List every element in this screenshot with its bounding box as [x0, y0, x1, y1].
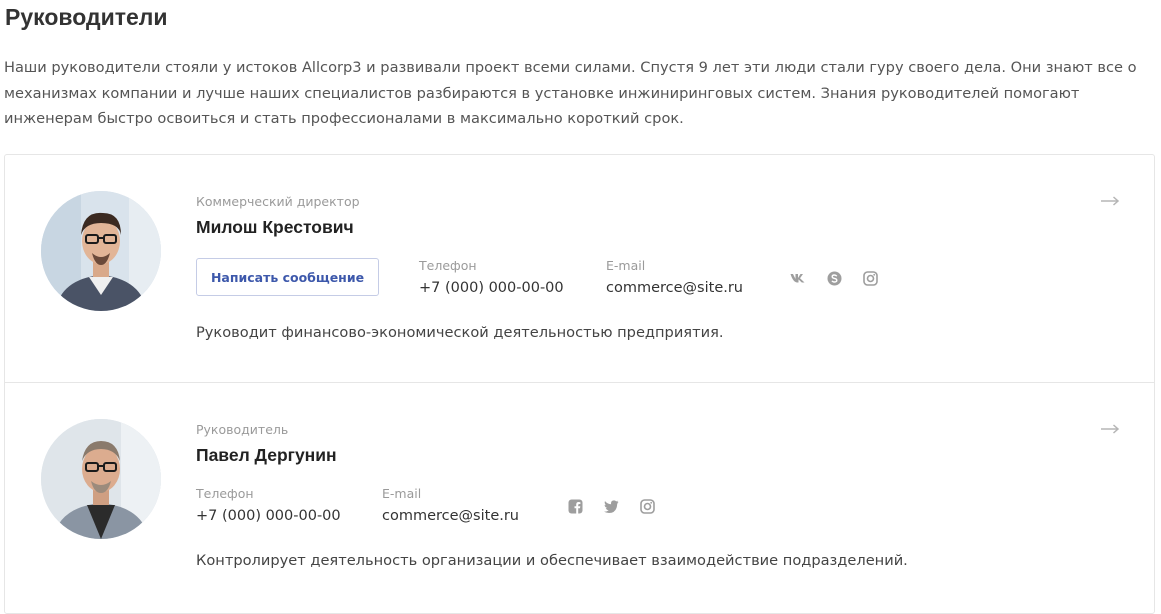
write-message-button[interactable]: Написать сообщение	[196, 258, 379, 296]
instagram-icon[interactable]	[638, 497, 656, 515]
manager-name[interactable]: Павел Дергунин	[196, 445, 337, 466]
phone-label: Телефон	[196, 486, 254, 501]
email-link[interactable]: commerce@site.ru	[606, 279, 743, 298]
phone-label: Телефон	[419, 258, 477, 273]
avatar[interactable]	[41, 191, 161, 311]
position-label: Руководитель	[196, 422, 289, 437]
email-label: E-mail	[606, 258, 646, 273]
manager-description: Контролирует деятельность организации и …	[196, 552, 908, 569]
email-field: E-mail commerce@site.ru	[382, 486, 519, 526]
vk-icon[interactable]	[789, 269, 807, 287]
phone-field: Телефон +7 (000) 000-00-00	[196, 486, 341, 526]
manager-card: Руководитель Павел Дергунин Телефон +7 (…	[5, 382, 1154, 611]
page-title: Руководители	[5, 4, 168, 30]
manager-card: Коммерческий директор Милош Крестович На…	[5, 155, 1154, 383]
manager-name[interactable]: Милош Крестович	[196, 217, 354, 238]
facebook-icon[interactable]	[566, 497, 584, 515]
arrow-right-icon[interactable]	[1100, 421, 1120, 435]
managers-list: Коммерческий директор Милош Крестович На…	[4, 154, 1155, 614]
phone-link[interactable]: +7 (000) 000-00-00	[196, 507, 341, 526]
email-link[interactable]: commerce@site.ru	[382, 507, 519, 526]
twitter-icon[interactable]	[602, 497, 620, 515]
manager-description: Руководит финансово-экономической деятел…	[196, 324, 724, 341]
email-label: E-mail	[382, 486, 422, 501]
email-field: E-mail commerce@site.ru	[606, 258, 743, 298]
page-intro: Наши руководители стояли у истоков Allco…	[4, 59, 1137, 127]
phone-field: Телефон +7 (000) 000-00-00	[419, 258, 564, 298]
instagram-icon[interactable]	[861, 269, 879, 287]
arrow-right-icon[interactable]	[1100, 193, 1120, 207]
social-links	[566, 497, 656, 515]
phone-link[interactable]: +7 (000) 000-00-00	[419, 279, 564, 298]
avatar[interactable]	[41, 419, 161, 539]
skype-icon[interactable]	[825, 269, 843, 287]
position-label: Коммерческий директор	[196, 194, 360, 209]
social-links	[789, 269, 879, 287]
